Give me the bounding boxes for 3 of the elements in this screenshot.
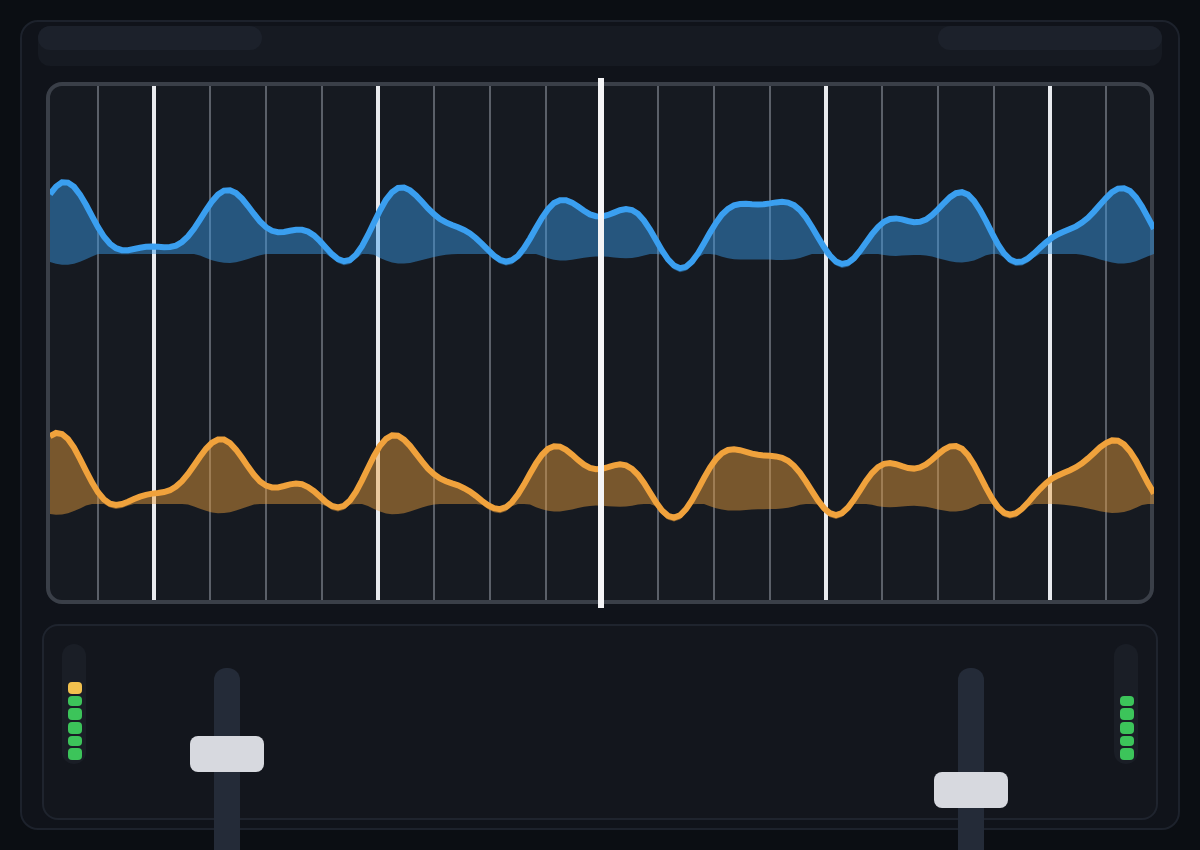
fader-handle[interactable] [190, 735, 264, 772]
fader-handle[interactable] [934, 772, 1008, 809]
playhead[interactable] [598, 78, 604, 608]
